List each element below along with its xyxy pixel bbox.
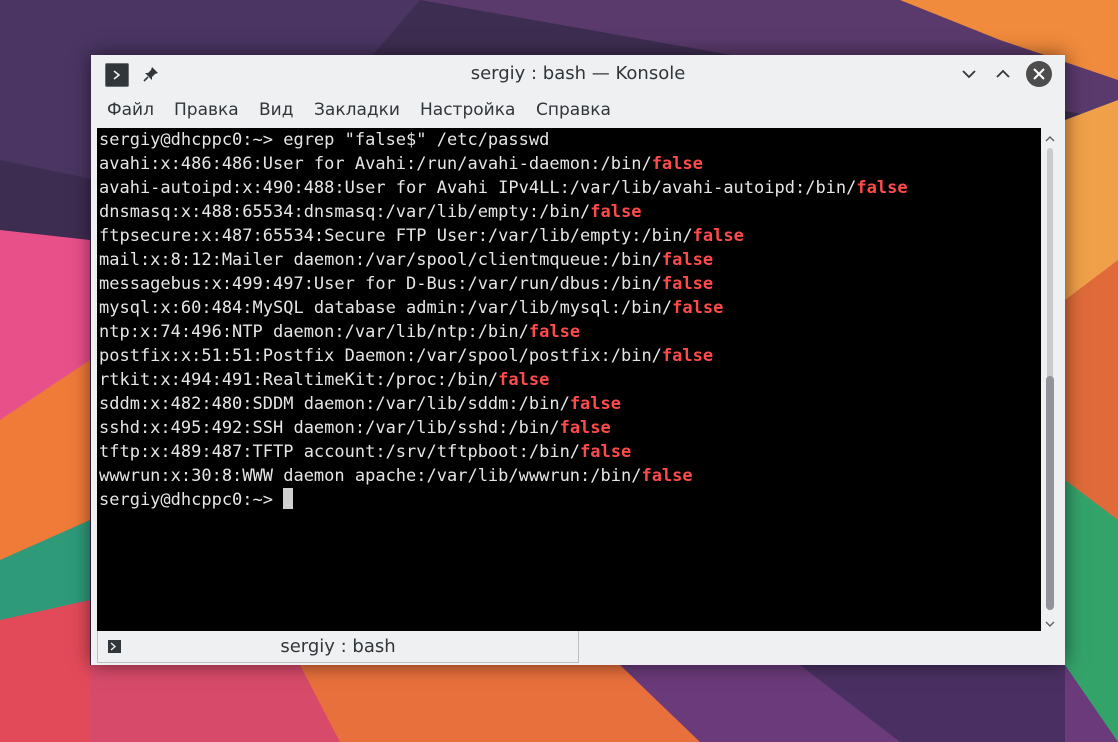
terminal-line: ftpsecure:x:487:65534:Secure FTP User:/v… (99, 226, 744, 246)
chevron-down-icon[interactable] (957, 62, 981, 86)
menu-help[interactable]: Справка (536, 93, 611, 127)
menu-file[interactable]: Файл (107, 93, 154, 127)
close-icon[interactable] (1026, 61, 1052, 87)
text-cursor (283, 488, 294, 509)
terminal-line: mail:x:8:12:Mailer daemon:/var/spool/cli… (99, 250, 714, 270)
terminal-line: sshd:x:495:492:SSH daemon:/var/lib/sshd:… (99, 418, 611, 438)
scroll-thumb[interactable] (1046, 376, 1054, 610)
terminal-line: sergiy@dhcppc0:~> egrep "false$" /etc/pa… (99, 130, 550, 150)
window-title: sergiy : bash — Konsole (470, 63, 686, 84)
terminal-prompt: sergiy@dhcppc0:~> (99, 490, 284, 510)
terminal-line: wwwrun:x:30:8:WWW daemon apache:/var/lib… (99, 466, 693, 486)
terminal-line: rtkit:x:494:491:RealtimeKit:/proc:/bin/f… (99, 370, 550, 390)
tab-bash[interactable]: sergiy : bash (97, 631, 579, 663)
terminal-line: tftp:x:489:487:TFTP account:/srv/tftpboo… (99, 442, 632, 462)
terminal-prompt-line: sergiy@dhcppc0:~> (99, 488, 294, 512)
terminal-line: avahi-autoipd:x:490:488:User for Avahi I… (99, 178, 908, 198)
terminal-line: ntp:x:74:496:NTP daemon:/var/lib/ntp:/bi… (99, 322, 581, 342)
konsole-window: sergiy : bash — Konsole Файл Правка Вид … (91, 55, 1065, 665)
terminal-line: postfix:x:51:51:Postfix Daemon:/var/spoo… (99, 346, 714, 366)
menu-view[interactable]: Вид (259, 93, 293, 127)
chevron-up-icon[interactable] (1044, 130, 1056, 142)
menu-edit[interactable]: Правка (174, 93, 239, 127)
scrollbar[interactable] (1041, 128, 1059, 631)
tab-label: sergiy : bash (280, 636, 396, 657)
title-bar[interactable]: sergiy : bash — Konsole (91, 55, 1065, 93)
menu-bookmarks[interactable]: Закладки (314, 93, 400, 127)
terminal-output[interactable]: sergiy@dhcppc0:~> egrep "false$" /etc/pa… (97, 128, 1041, 631)
chevron-down-icon[interactable] (1044, 615, 1056, 627)
terminal-line: avahi:x:486:486:User for Avahi:/run/avah… (99, 154, 703, 174)
chevron-up-icon[interactable] (991, 62, 1015, 86)
terminal-line: dnsmasq:x:488:65534:dnsmasq:/var/lib/emp… (99, 202, 642, 222)
terminal-line: sddm:x:482:480:SDDM daemon:/var/lib/sddm… (99, 394, 621, 414)
menu-settings[interactable]: Настройка (420, 93, 515, 127)
menu-bar: Файл Правка Вид Закладки Настройка Справ… (91, 93, 1065, 127)
terminal-line: mysql:x:60:484:MySQL database admin:/var… (99, 298, 724, 318)
terminal-line: messagebus:x:499:497:User for D-Bus:/var… (99, 274, 714, 294)
